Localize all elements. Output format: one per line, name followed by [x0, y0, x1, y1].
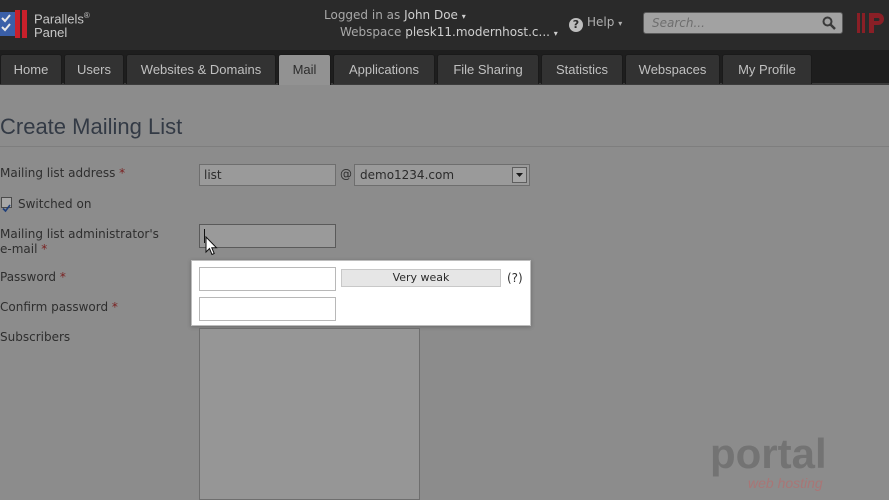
title-divider [0, 146, 889, 147]
tab-applications[interactable]: Applications [333, 54, 435, 84]
search-icon[interactable] [822, 16, 836, 30]
tab-label: Webspaces [638, 62, 707, 77]
password-help-link[interactable]: (?) [507, 271, 523, 285]
logo-text: Parallels® Panel [34, 9, 90, 40]
tab-label: Websites & Domains [140, 62, 262, 77]
tab-websites-domains[interactable]: Websites & Domains [126, 54, 276, 84]
admin-email-label-1: Mailing list administrator's [0, 227, 159, 241]
domain-select[interactable]: demo1234.com [354, 164, 530, 186]
tab-label: Users [77, 62, 111, 77]
chevron-down-icon: ▾ [618, 19, 623, 28]
address-label: Mailing list address [0, 166, 116, 180]
required-mark: * [41, 242, 48, 256]
logo-line2: Panel [34, 25, 68, 41]
dropdown-arrow-icon[interactable] [512, 167, 527, 183]
tab-mail[interactable]: Mail [278, 54, 331, 85]
webspace-label: Webspace [340, 25, 402, 39]
tab-label: Applications [348, 62, 420, 77]
checkmark-icon [2, 204, 11, 213]
chevron-down-icon: ▾ [553, 29, 558, 38]
switched-on-checkbox[interactable] [1, 197, 12, 213]
user-menu[interactable]: John Doe ▾ [404, 8, 466, 22]
required-mark: * [119, 166, 126, 180]
page-title: Create Mailing List [0, 114, 183, 139]
logo-reg: ® [83, 11, 90, 20]
switched-on-label: Switched on [18, 197, 92, 211]
tab-file-sharing[interactable]: File Sharing [437, 54, 539, 84]
logo-line1: Parallels [34, 11, 84, 27]
admin-email-label-2: e-mail [0, 242, 38, 256]
password-input[interactable] [199, 267, 336, 291]
user-name: John Doe [404, 8, 458, 22]
tab-users[interactable]: Users [64, 54, 124, 84]
search-input[interactable]: Search... [643, 12, 843, 34]
address-label-row: Mailing list address * [0, 166, 125, 181]
help-icon: ? [569, 18, 583, 32]
password-label: Password [0, 270, 57, 284]
confirm-password-label: Confirm password [0, 300, 109, 314]
webspace-value: plesk11.modernhost.c... [405, 25, 550, 39]
svg-text:web hosting: web hosting [748, 475, 823, 491]
parallels-brand-icon [857, 13, 884, 33]
help-label: Help [587, 15, 615, 29]
tab-webspaces[interactable]: Webspaces [625, 54, 720, 84]
top-bar: Parallels® Panel Logged in as John Doe ▾… [0, 0, 889, 50]
chevron-down-icon: ▾ [461, 12, 466, 21]
confirm-password-input[interactable] [199, 297, 336, 321]
user-info: Logged in as John Doe ▾ Webspace plesk11… [324, 7, 558, 39]
parallels-logo-icon [0, 10, 27, 38]
search-placeholder: Search... [652, 16, 705, 30]
portal-watermark-logo: portal web hosting [710, 432, 827, 491]
address-input[interactable]: list [199, 164, 336, 186]
tab-label: Mail [292, 62, 317, 77]
mouse-pointer-icon [205, 236, 218, 256]
tab-label: Home [13, 62, 49, 77]
help-menu[interactable]: ? Help ▾ [569, 15, 622, 32]
password-label-row: Password * [0, 270, 66, 285]
admin-email-input[interactable] [199, 224, 336, 248]
tab-my-profile[interactable]: My Profile [722, 54, 812, 84]
svg-text:portal: portal [710, 432, 827, 477]
tab-home[interactable]: Home [0, 54, 62, 84]
domain-value: demo1234.com [360, 168, 455, 182]
webspace-selector[interactable]: plesk11.modernhost.c... ▾ [405, 25, 558, 39]
tab-statistics[interactable]: Statistics [541, 54, 623, 84]
main-nav: Home Users Websites & Domains Mail Appli… [0, 50, 889, 85]
at-sign: @ [340, 167, 352, 181]
tab-label: Statistics [555, 62, 608, 77]
admin-email-label-row: Mailing list administrator's e-mail * [0, 227, 159, 257]
webspace-row: Webspace plesk11.modernhost.c... ▾ [340, 24, 558, 42]
password-fields-panel: Very weak (?) [191, 260, 531, 326]
subscribers-label: Subscribers [0, 330, 71, 344]
confirm-password-label-row: Confirm password * [0, 300, 118, 315]
required-mark: * [111, 300, 118, 314]
subscribers-textarea[interactable] [199, 328, 420, 500]
tab-label: File Sharing [453, 62, 523, 77]
logged-in-label: Logged in as [324, 8, 401, 22]
tab-label: My Profile [738, 62, 796, 77]
parallels-logo[interactable]: Parallels® Panel [0, 8, 100, 40]
required-mark: * [59, 270, 66, 284]
password-strength-meter: Very weak [341, 269, 501, 287]
